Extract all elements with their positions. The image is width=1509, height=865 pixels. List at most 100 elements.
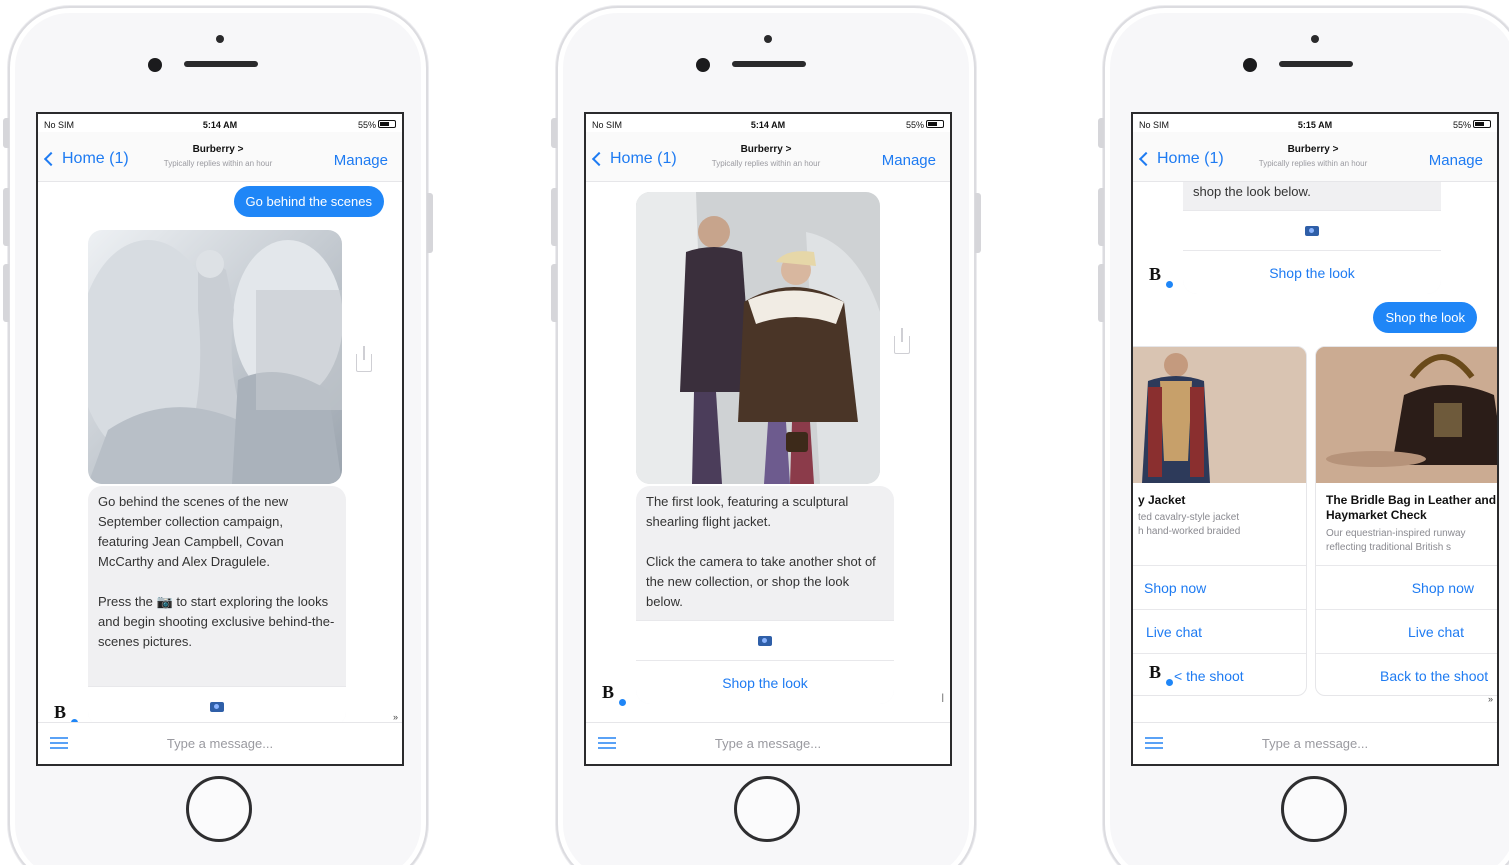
- shop-the-look-button[interactable]: Shop the look: [636, 660, 894, 704]
- back-button[interactable]: Home (1): [591, 150, 677, 168]
- chevron-left-icon: [1138, 151, 1154, 167]
- messenger-screen-2: No SIM 5:14 AM 55% Home (1) Burberry > T…: [584, 112, 952, 766]
- fashion-look-photo[interactable]: [636, 192, 880, 484]
- bot-message-card: The first look, featuring a sculptural s…: [636, 486, 894, 704]
- chat-header: Home (1) Burberry > Typically replies wi…: [38, 132, 402, 182]
- message-input[interactable]: Type a message...: [586, 736, 950, 751]
- status-bar: No SIM 5:15 AM 55%: [1133, 114, 1497, 134]
- bag-product-image: [1316, 347, 1497, 483]
- earpiece-speaker: [184, 61, 258, 67]
- volume-down-button: [551, 264, 557, 322]
- jacket-product-image: [1133, 347, 1306, 483]
- back-button[interactable]: Home (1): [43, 150, 129, 168]
- camera-quick-reply[interactable]: [636, 620, 894, 660]
- product-title: The Bridle Bag in Leather and Haymarket …: [1326, 493, 1497, 522]
- manage-button[interactable]: Manage: [334, 152, 388, 169]
- brand-avatar: B: [1149, 264, 1175, 290]
- message-composer: Type a message...: [586, 722, 950, 764]
- back-button[interactable]: Home (1): [1138, 150, 1224, 168]
- phone-frame-2: No SIM 5:14 AM 55% Home (1) Burberry > T…: [551, 6, 981, 865]
- scroll-indicator: »: [392, 712, 398, 722]
- chat-subtitle: Typically replies within an hour: [1258, 159, 1368, 168]
- power-button: [427, 193, 433, 253]
- live-chat-button[interactable]: Live chat: [1133, 609, 1306, 653]
- bot-message-text: Go behind the scenes of the new Septembe…: [98, 494, 335, 649]
- volume-up-button: [3, 188, 9, 246]
- chat-header: Home (1) Burberry > Typically replies wi…: [586, 132, 950, 182]
- back-label: Home (1): [1157, 150, 1224, 167]
- manage-button[interactable]: Manage: [882, 152, 936, 169]
- message-input[interactable]: Type a message...: [38, 736, 402, 751]
- chat-subtitle: Typically replies within an hour: [163, 159, 273, 168]
- chat-title-block[interactable]: Burberry > Typically replies within an h…: [138, 144, 298, 168]
- front-camera: [1243, 58, 1257, 72]
- phone-frame-1: No SIM 5:14 AM 55% Home (1) Burberry > T…: [3, 6, 433, 865]
- volume-up-button: [1098, 188, 1104, 246]
- product-card-bag[interactable]: The Bridle Bag in Leather and Haymarket …: [1315, 346, 1497, 696]
- scroll-indicator: »: [1487, 694, 1493, 704]
- back-to-shoot-button[interactable]: Back to the shoot: [1316, 653, 1497, 695]
- bot-message-text: The first look, featuring a sculptural s…: [646, 494, 876, 609]
- chat-title: Burberry >: [1287, 144, 1339, 155]
- messenger-badge: [1164, 677, 1175, 688]
- product-card-jacket[interactable]: y Jacket ted cavalry-style jacket h hand…: [1133, 346, 1307, 696]
- volume-up-button: [551, 188, 557, 246]
- messenger-badge: [1164, 279, 1175, 290]
- user-message-bubble: Go behind the scenes: [233, 186, 384, 217]
- phone-frame-3: No SIM 5:15 AM 55% Home (1) Burberry > T…: [1098, 6, 1509, 865]
- earpiece-speaker: [732, 61, 806, 67]
- mute-switch: [3, 118, 9, 148]
- messenger-badge: [617, 697, 628, 708]
- status-bar: No SIM 5:14 AM 55%: [38, 114, 402, 134]
- home-button[interactable]: [734, 776, 800, 842]
- home-button[interactable]: [1281, 776, 1347, 842]
- status-time: 5:15 AM: [1297, 120, 1333, 130]
- chevron-left-icon: [43, 151, 59, 167]
- chevron-left-icon: [591, 151, 607, 167]
- statue-photo[interactable]: [88, 230, 342, 484]
- shop-now-button[interactable]: Shop now: [1316, 565, 1497, 609]
- chat-header: Home (1) Burberry > Typically replies wi…: [1133, 132, 1497, 182]
- earpiece-speaker: [1279, 61, 1353, 67]
- shop-now-button[interactable]: Shop now: [1133, 565, 1306, 609]
- camera-quick-reply[interactable]: [88, 686, 346, 726]
- battery-icon: [926, 120, 944, 128]
- power-button: [975, 193, 981, 253]
- scroll-indicator: |: [941, 692, 944, 702]
- share-icon[interactable]: [894, 328, 910, 354]
- shop-the-look-button[interactable]: Shop the look: [1183, 250, 1441, 294]
- share-icon[interactable]: [356, 346, 372, 372]
- battery-percent: 55%: [1452, 120, 1471, 130]
- battery-percent: 55%: [357, 120, 376, 130]
- front-camera: [696, 58, 710, 72]
- manage-button[interactable]: Manage: [1429, 152, 1483, 169]
- messenger-screen-3: No SIM 5:15 AM 55% Home (1) Burberry > T…: [1131, 112, 1499, 766]
- mute-switch: [1098, 118, 1104, 148]
- live-chat-button[interactable]: Live chat: [1316, 609, 1497, 653]
- user-message-bubble: Shop the look: [1373, 302, 1477, 333]
- message-composer: Type a message...: [1133, 722, 1497, 764]
- chat-title-block[interactable]: Burberry > Typically replies within an h…: [686, 144, 846, 168]
- home-button[interactable]: [186, 776, 252, 842]
- camera-icon: [758, 636, 772, 646]
- messenger-screen-1: No SIM 5:14 AM 55% Home (1) Burberry > T…: [36, 112, 404, 766]
- volume-down-button: [3, 264, 9, 322]
- chat-title-block[interactable]: Burberry > Typically replies within an h…: [1233, 144, 1393, 168]
- brand-avatar: B: [602, 682, 628, 708]
- camera-quick-reply[interactable]: [1183, 210, 1441, 250]
- status-bar: No SIM 5:14 AM 55%: [586, 114, 950, 134]
- fashion-look-image: [636, 192, 880, 484]
- message-composer: Type a message...: [38, 722, 402, 764]
- mute-switch: [551, 118, 557, 148]
- product-title: y Jacket: [1138, 493, 1186, 507]
- product-description: Our equestrian-inspired runway reflectin…: [1326, 528, 1466, 553]
- back-label: Home (1): [62, 150, 129, 167]
- message-input[interactable]: Type a message...: [1133, 736, 1497, 751]
- battery-percent: 55%: [905, 120, 924, 130]
- back-label: Home (1): [610, 150, 677, 167]
- brand-avatar: B: [54, 702, 80, 728]
- status-time: 5:14 AM: [202, 120, 238, 130]
- chat-title: Burberry >: [740, 144, 792, 155]
- statue-image: [88, 230, 342, 484]
- chat-title: Burberry >: [192, 144, 244, 155]
